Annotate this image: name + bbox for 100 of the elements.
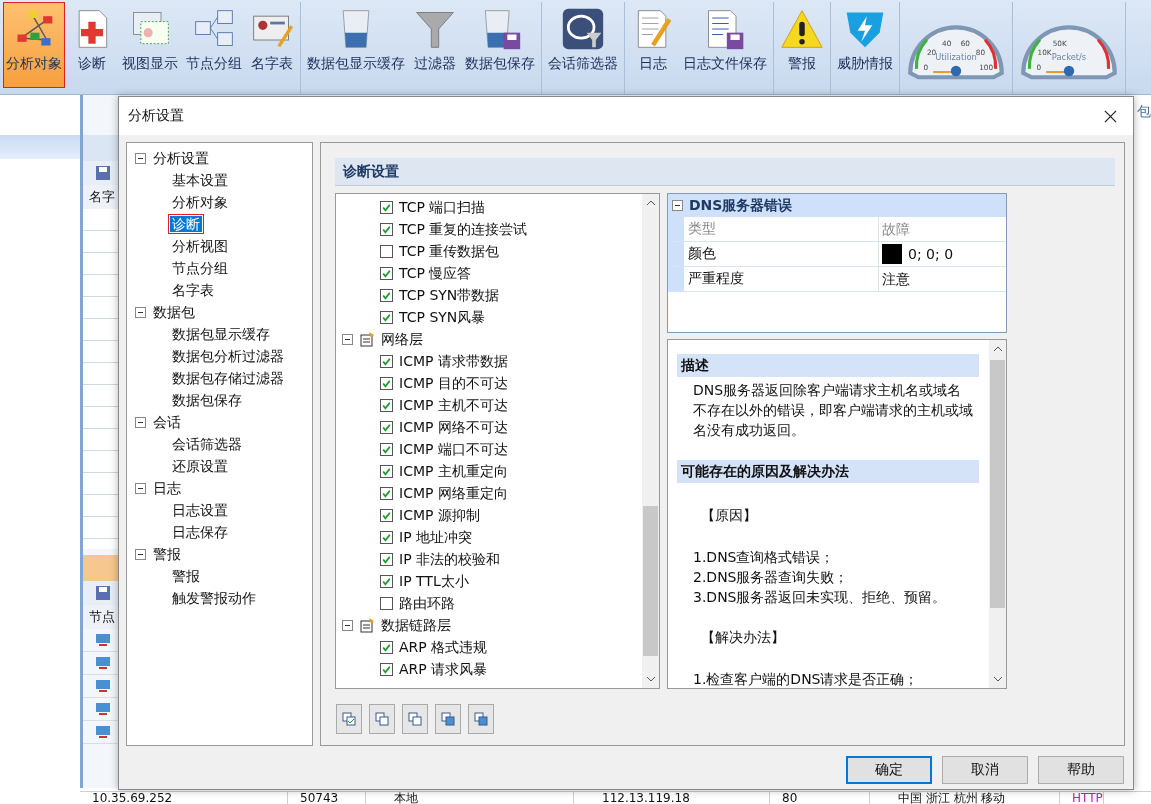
toolbar-button[interactable]: 分析对象 <box>3 2 65 88</box>
checkbox[interactable] <box>380 486 393 500</box>
scroll-up-icon[interactable] <box>645 200 656 206</box>
select-all-button[interactable] <box>336 704 362 734</box>
toolbar-button[interactable]: 视图显示 <box>119 2 181 88</box>
property-value[interactable]: 0; 0; 0 <box>908 242 954 266</box>
checkbox[interactable] <box>380 310 393 324</box>
description-text: 【原因】 <box>701 506 758 525</box>
scroll-down-icon[interactable] <box>645 676 656 682</box>
computer-icon <box>95 725 111 739</box>
tree-item[interactable]: 分析视图 <box>170 238 230 254</box>
tree-item[interactable]: 基本设置 <box>170 172 230 188</box>
tree-item[interactable]: 警报 <box>151 543 183 565</box>
checkbox[interactable] <box>380 574 393 588</box>
property-category: DNS服务器错误 <box>689 196 793 215</box>
property-name: 颜色 <box>668 242 879 266</box>
checkbox[interactable] <box>380 508 393 522</box>
property-value[interactable]: 故障 <box>882 217 910 241</box>
tree-item[interactable]: 警报 <box>170 568 202 584</box>
toolbar-button[interactable]: 会话筛选器 <box>545 2 621 88</box>
scrollbar[interactable] <box>989 340 1006 688</box>
checkbox[interactable] <box>380 354 393 368</box>
checkbox-label: IP 地址冲突 <box>399 528 473 547</box>
checkbox[interactable] <box>380 398 393 412</box>
checkbox[interactable] <box>380 222 393 236</box>
save-icon[interactable] <box>95 165 111 181</box>
checkbox-label: ARP 请求风暴 <box>399 660 488 679</box>
tree-item[interactable]: 诊断 <box>170 216 202 232</box>
toolbar-button[interactable]: 数据包显示缓存 <box>304 2 408 88</box>
dialog-button[interactable]: 取消 <box>942 756 1028 784</box>
tree-item[interactable]: 日志 <box>151 477 183 499</box>
dialog-button[interactable]: 帮助 <box>1038 756 1124 784</box>
checkbox[interactable] <box>380 376 393 390</box>
scroll-down-icon[interactable] <box>992 676 1003 682</box>
checkbox-label: IP 非法的校验和 <box>399 550 501 569</box>
dialog-button[interactable]: 确定 <box>846 756 932 784</box>
select-all-icon <box>341 711 357 727</box>
tree-item[interactable]: 数据包分析过滤器 <box>170 348 286 364</box>
table-cell: 本地 <box>366 792 574 804</box>
toolbar-button[interactable]: 警报 <box>777 2 827 88</box>
tree-item[interactable]: 触发警报动作 <box>170 590 258 606</box>
toolbar-button[interactable]: 名字表 <box>247 2 297 88</box>
section-heading: 可能存在的原因及解决办法 <box>677 460 979 483</box>
toolbar-button[interactable]: 诊断 <box>67 2 117 88</box>
checkbox-label: ICMP 网络不可达 <box>399 418 508 437</box>
table-cell: HTTP <box>1060 792 1104 804</box>
tree-item[interactable]: 会话筛选器 <box>170 436 244 452</box>
properties-icon <box>359 331 375 347</box>
toolbar-button[interactable]: 日志文件保存 <box>680 2 770 88</box>
checkbox[interactable] <box>380 244 393 258</box>
checkbox[interactable] <box>380 266 393 280</box>
computer-icon <box>95 633 111 647</box>
checkbox[interactable] <box>380 640 393 654</box>
tree-item[interactable]: 名字表 <box>170 282 216 298</box>
checkbox-label: ICMP 端口不可达 <box>399 440 508 459</box>
color-swatch[interactable] <box>882 244 902 264</box>
checkbox[interactable] <box>380 464 393 478</box>
checkbox-label: 路由环路 <box>399 594 455 613</box>
toolbar-button[interactable]: 过滤器 <box>410 2 460 88</box>
tree-item[interactable]: 日志保存 <box>170 524 230 540</box>
description-text: 2.DNS服务器查询失败； <box>693 568 850 587</box>
toolbar-button[interactable]: 日志 <box>628 2 678 88</box>
tree-item[interactable]: 节点分组 <box>170 260 230 276</box>
checkbox-label: ICMP 网络重定向 <box>399 484 508 503</box>
tree-item[interactable]: 数据包显示缓存 <box>170 326 272 342</box>
checkbox[interactable] <box>380 662 393 676</box>
table-cell: 112.13.119.18 <box>574 792 770 804</box>
checkbox-label: TCP 重复的连接尝试 <box>399 220 528 239</box>
tree-item[interactable]: 还原设置 <box>170 458 230 474</box>
tree-item[interactable]: 数据包存储过滤器 <box>170 370 286 386</box>
close-icon[interactable] <box>1104 109 1117 123</box>
checkbox[interactable] <box>380 288 393 302</box>
property-name: 严重程度 <box>668 267 879 291</box>
tree-item[interactable]: 数据包 <box>151 301 197 323</box>
toolbar-button[interactable]: 节点分组 <box>183 2 245 88</box>
tree-item[interactable]: 分析设置 <box>151 147 211 169</box>
toolbar-button[interactable]: 威胁情报 <box>834 2 896 88</box>
checkbox[interactable] <box>380 596 393 610</box>
checkbox[interactable] <box>380 200 393 214</box>
scrollbar[interactable] <box>642 194 659 688</box>
tree-item[interactable]: 会话 <box>151 411 183 433</box>
scroll-up-icon[interactable] <box>992 346 1003 352</box>
property-value[interactable]: 注意 <box>882 267 910 291</box>
checkbox[interactable] <box>380 530 393 544</box>
property-name: 类型 <box>668 217 879 241</box>
group-label: 数据链路层 <box>381 616 451 635</box>
checkbox-label: IP TTL太小 <box>399 572 469 591</box>
checkbox[interactable] <box>380 420 393 434</box>
loop-funnel-icon <box>561 7 605 51</box>
tree-item[interactable]: 日志设置 <box>170 502 230 518</box>
tree-item[interactable]: 数据包保存 <box>170 392 244 408</box>
save-icon[interactable] <box>95 585 111 601</box>
checkbox[interactable] <box>380 552 393 566</box>
computer-icon <box>95 702 111 716</box>
checkbox[interactable] <box>380 442 393 456</box>
toolbar-button[interactable]: 数据包保存 <box>462 2 538 88</box>
tree-item[interactable]: 分析对象 <box>170 194 230 210</box>
description-text: 3.DNS服务器返回未实现、拒绝、预留。 <box>693 588 948 607</box>
checkbox-label: ICMP 主机不可达 <box>399 396 508 415</box>
checkbox-label: TCP 重传数据包 <box>399 242 500 261</box>
